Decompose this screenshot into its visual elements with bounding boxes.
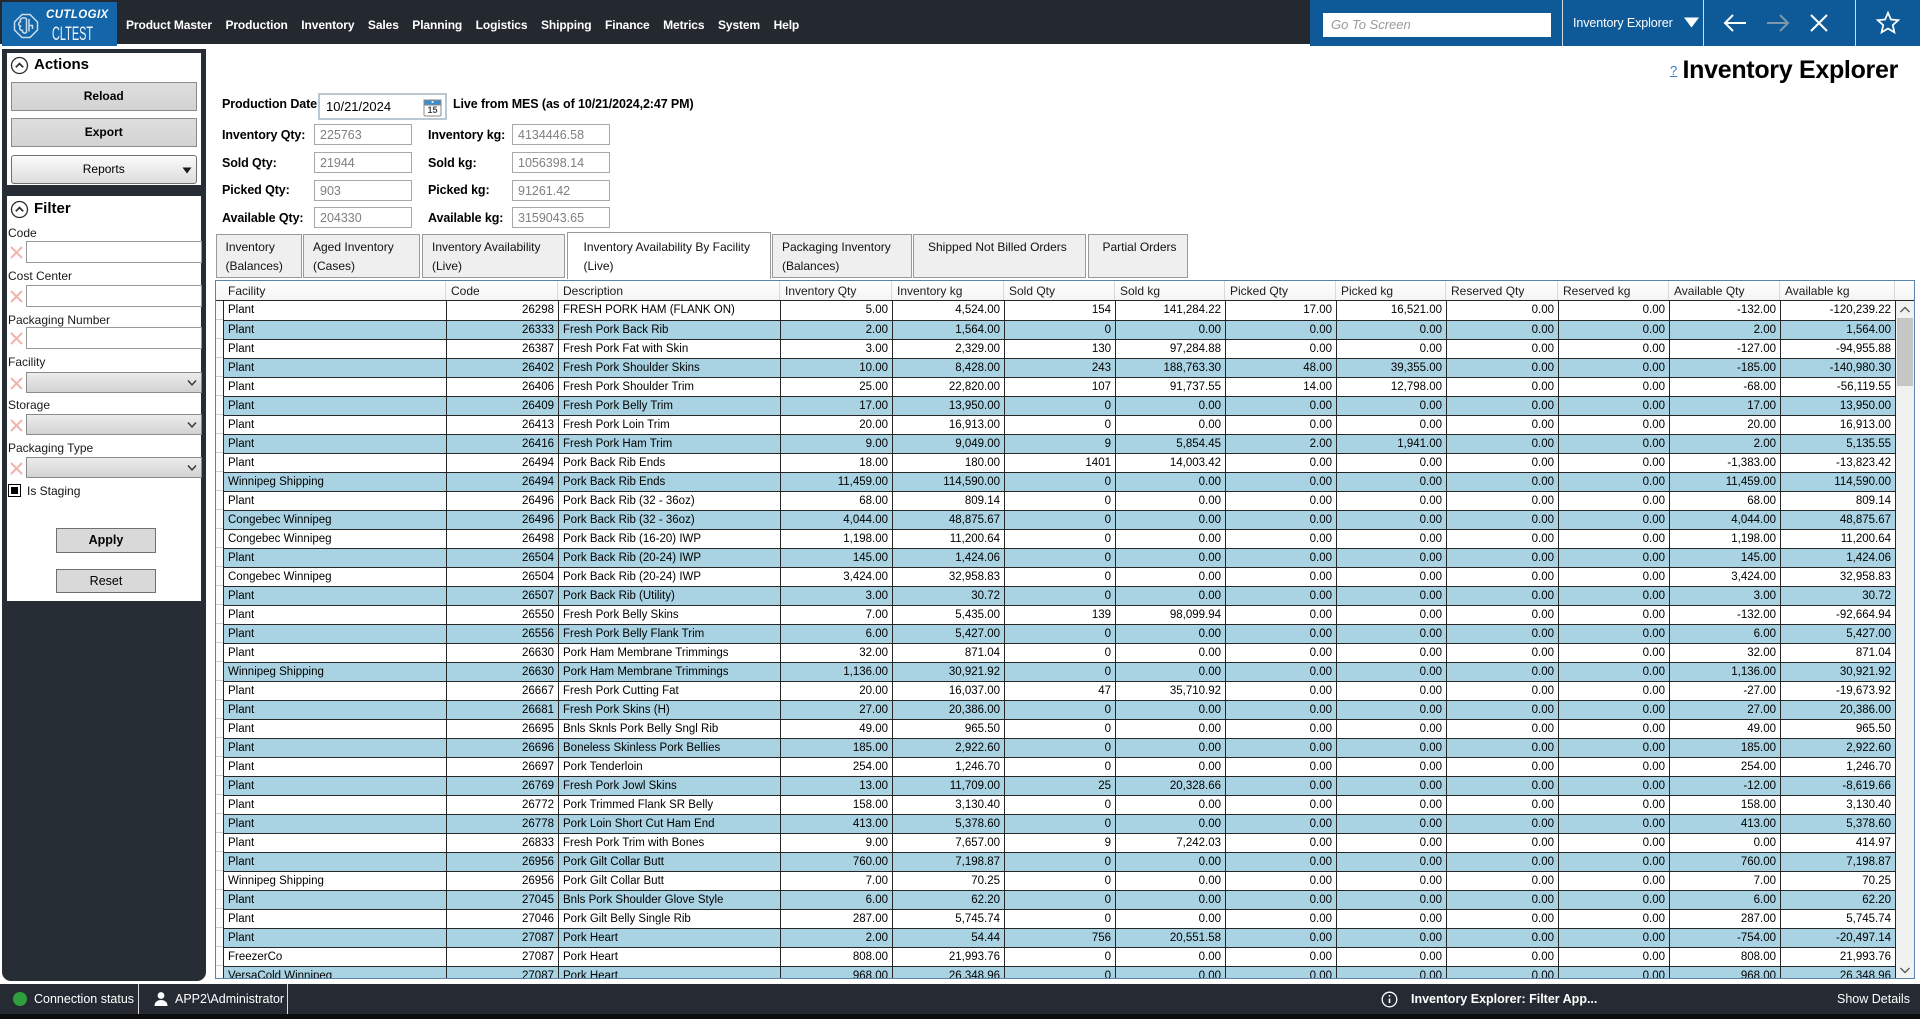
svg-text:15: 15	[427, 105, 437, 115]
